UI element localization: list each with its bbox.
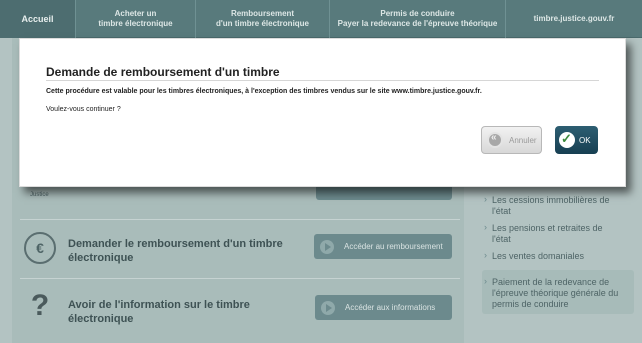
nav-home[interactable]: Accueil xyxy=(0,0,76,38)
checkmark-icon xyxy=(559,131,575,148)
nav-refund-line1: Remboursement xyxy=(230,9,295,18)
refund-row-title: Demander le remboursement d'un timbre él… xyxy=(68,238,283,264)
sidebar-link-sales[interactable]: Les ventes domaniales xyxy=(484,250,622,262)
dialog-info-text: Cette procédure est valable pour les tim… xyxy=(46,88,482,95)
sidebar-link-driving-fee[interactable]: Paiement de la redevance de l'épreuve th… xyxy=(484,276,622,310)
dialog-title: Demande de remboursement d'un timbre xyxy=(46,65,280,79)
info-access-label: Accéder aux informations xyxy=(345,303,436,312)
nav-buy-stamp-line2: timbre électronique xyxy=(98,19,173,28)
nav-home-label: Accueil xyxy=(21,14,54,24)
nav-driving-license-line1: Permis de conduire xyxy=(380,9,455,18)
cancel-label: Annuler xyxy=(509,135,537,145)
back-icon xyxy=(487,132,503,148)
nav-buy-stamp-line1: Acheter un xyxy=(114,9,157,18)
nav-refund[interactable]: Remboursement d'un timbre électronique xyxy=(196,0,330,38)
play-icon xyxy=(321,300,335,315)
sidebar-link-property[interactable]: Les cessions immobilières de l'état xyxy=(484,194,622,217)
nav-driving-license[interactable]: Permis de conduire Payer la redevance de… xyxy=(330,0,506,38)
divider xyxy=(20,278,460,279)
refund-access-label: Accéder au remboursement xyxy=(344,242,443,251)
nav-driving-license-line2: Payer la redevance de l'épreuve théoriqu… xyxy=(337,19,498,28)
question-icon: ? xyxy=(30,289,50,322)
nav-site-link-label: timbre.justice.gouv.fr xyxy=(533,14,615,23)
dialog-divider xyxy=(46,80,599,81)
ok-label: OK xyxy=(579,135,591,145)
sidebar-link-pensions[interactable]: Les pensions et retraites de l'état xyxy=(484,222,622,245)
play-icon xyxy=(320,239,334,254)
refund-dialog: Demande de remboursement d'un timbre Cet… xyxy=(19,38,626,187)
cancel-button[interactable]: Annuler xyxy=(481,126,542,154)
euro-icon: € xyxy=(24,232,56,264)
dialog-question: Voulez-vous continuer ? xyxy=(46,106,121,113)
ok-button[interactable]: OK xyxy=(555,126,598,154)
info-access-button[interactable]: Accéder aux informations xyxy=(315,295,452,320)
refund-access-button[interactable]: Accéder au remboursement xyxy=(314,234,452,259)
divider xyxy=(20,219,460,220)
top-navigation: Accueil Acheter un timbre électronique R… xyxy=(0,0,642,38)
partial-text: Justice xyxy=(30,192,49,198)
nav-refund-line2: d'un timbre électronique xyxy=(215,19,310,28)
partial-button[interactable] xyxy=(316,186,452,200)
info-row-title: Avoir de l'information sur le timbre éle… xyxy=(68,299,250,325)
nav-site-link[interactable]: timbre.justice.gouv.fr xyxy=(506,0,642,38)
nav-buy-stamp[interactable]: Acheter un timbre électronique xyxy=(76,0,196,38)
